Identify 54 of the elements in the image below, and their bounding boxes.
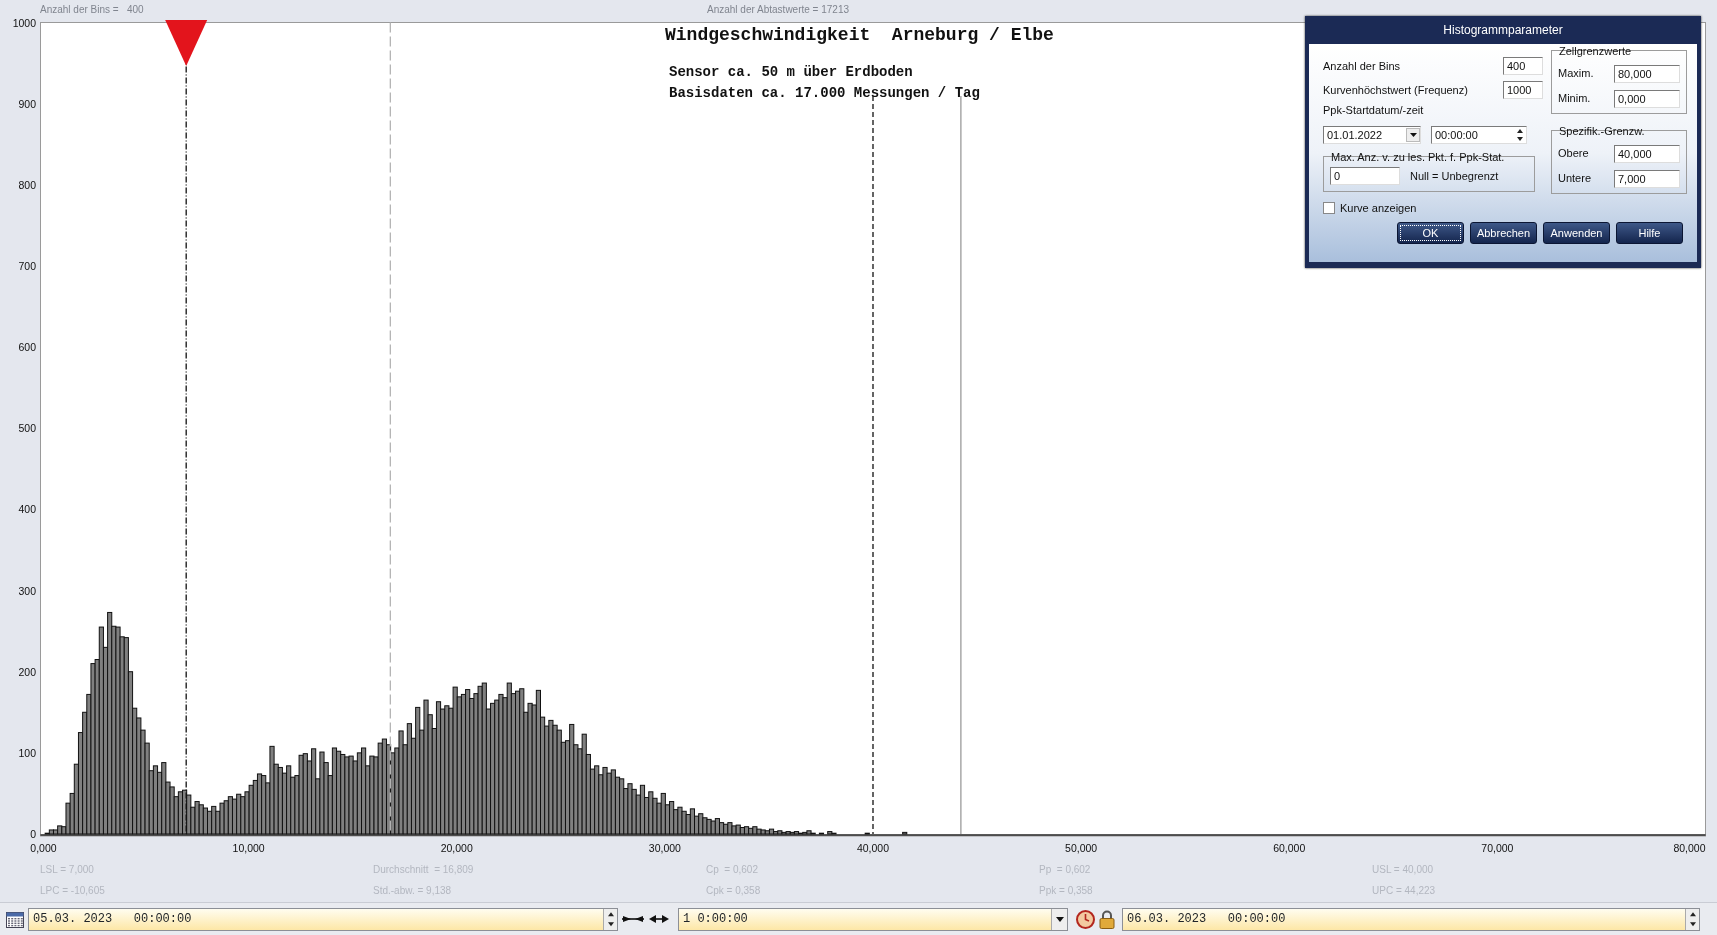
axis-label: 30,000 [648, 842, 681, 854]
field-label: Maxim. [1558, 66, 1594, 82]
number-field[interactable]: 80,000 [1614, 64, 1680, 83]
number-field[interactable]: 7,000 [1614, 169, 1680, 188]
chart-subtitle: Sensor ca. 50 m über Erdboden [669, 64, 913, 80]
axis-label: 100 [18, 746, 36, 759]
field-label: Obere [1558, 146, 1589, 162]
axis-label: 60,000 [1273, 842, 1306, 854]
field-label: Ppk-Startdatum/-zeit [1323, 104, 1424, 116]
field-label: Minim. [1558, 91, 1591, 107]
bins-count-label: Anzahl der Bins = 400 [40, 3, 144, 17]
axis-label: 10,000 [232, 842, 265, 854]
axis-label: 300 [18, 584, 36, 597]
hint-text: Null = Unbegrenzt [1410, 168, 1499, 184]
field-label: Anzahl der Bins [1323, 58, 1401, 74]
axis-label: 600 [18, 341, 36, 354]
axis-label: 400 [18, 503, 36, 516]
dialog-button[interactable]: OK [1397, 222, 1464, 245]
field-label: Kurvenhöchstwert (Frequenz) [1323, 82, 1468, 98]
axis-label: 800 [18, 178, 36, 191]
group-label: Max. Anz. v. zu les. Pkt. f. Ppk-Stat. [1330, 150, 1506, 165]
field-label: Untere [1558, 171, 1592, 187]
axis-label: 500 [18, 422, 36, 435]
axis-label: 80,000 [1673, 842, 1706, 854]
chart-subtitle: Basisdaten ca. 17.000 Messungen / Tag [669, 85, 980, 101]
time-field[interactable]: 00:00:00 [1431, 126, 1527, 144]
axis-label: 20,000 [440, 842, 473, 854]
axis-label: 40,000 [856, 842, 890, 854]
axis-label: 900 [18, 97, 36, 110]
number-field[interactable]: 1000 [1503, 81, 1543, 99]
axis-label: 1000 [12, 16, 36, 29]
axis-label: 50,000 [1065, 842, 1098, 854]
dialog-button[interactable]: Anwenden [1543, 222, 1610, 245]
dialog-button[interactable]: Abbrechen [1470, 222, 1537, 245]
chart-title: Windgeschwindigkeit Arneburg / Elbe [665, 25, 1054, 45]
group-label: Zellgrenzwerte [1558, 44, 1633, 59]
axis-label: 70,000 [1481, 842, 1514, 854]
sample-count-label: Anzahl der Abtastwerte = 17213 [707, 3, 850, 17]
number-field[interactable]: 40,000 [1614, 144, 1680, 163]
axis-label: 700 [18, 259, 36, 272]
group-label: Spezifik.-Grenzw. [1558, 124, 1646, 139]
dialog-title: Histogrammparameter [1442, 22, 1564, 39]
checkbox-label: Kurve anzeigen [1340, 201, 1417, 216]
axis-label: 0 [30, 828, 36, 840]
number-field[interactable]: 400 [1503, 57, 1543, 75]
date-time-field[interactable]: 06.03. 2023 00:00:00 [1122, 907, 1700, 931]
date-dropdown[interactable]: 01.01.2022 [1323, 126, 1421, 144]
interval-dropdown[interactable]: 1 0:00:00 [678, 907, 1068, 931]
axis-label: 200 [18, 665, 36, 678]
dialog-button[interactable]: Hilfe [1616, 222, 1683, 245]
axis-label: 0,000 [30, 842, 57, 854]
number-field[interactable]: 0 [1330, 167, 1400, 185]
date-time-field[interactable]: 05.03. 2023 00:00:00 [28, 907, 618, 931]
number-field[interactable]: 0,000 [1614, 89, 1680, 108]
